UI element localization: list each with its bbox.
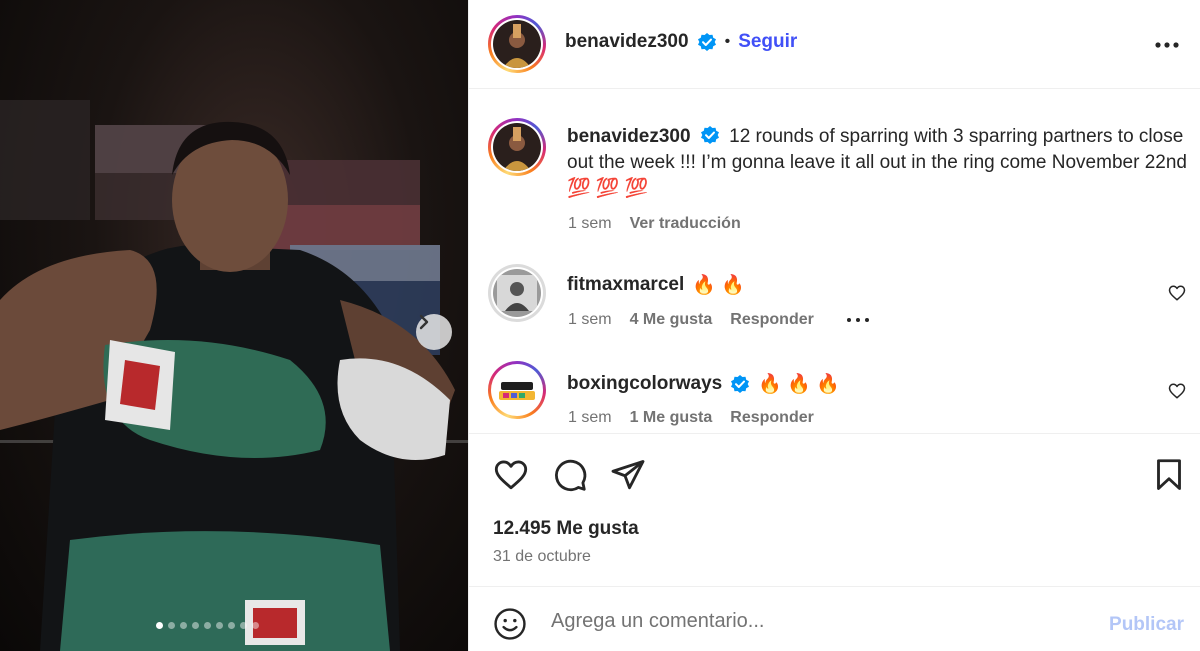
- slide-dot: [168, 622, 175, 629]
- comment-avatar[interactable]: [488, 264, 546, 322]
- author-avatar-image: [493, 20, 541, 68]
- comment-bubble-icon[interactable]: [552, 457, 588, 493]
- comment-meta: 1 sem 1 Me gusta Responder: [568, 409, 814, 427]
- comment-meta: 1 sem 4 Me gusta Responder: [568, 311, 870, 329]
- comment-avatar[interactable]: [488, 361, 546, 419]
- boxingcolorways-logo-image: [493, 366, 541, 414]
- next-slide-button[interactable]: [416, 314, 452, 350]
- comment-avatar-image: [493, 269, 541, 317]
- boxer-photo: [0, 100, 468, 651]
- add-comment-bar: Publicar: [469, 588, 1200, 651]
- header-separator: •: [724, 33, 731, 50]
- comment-time[interactable]: 1 sem: [568, 311, 612, 329]
- caption-avatar-image: [493, 123, 541, 171]
- slide-dot: [216, 622, 223, 629]
- comment-likes[interactable]: 4 Me gusta: [630, 311, 713, 329]
- comment-likes[interactable]: 1 Me gusta: [630, 409, 713, 427]
- caption-time[interactable]: 1 sem: [568, 215, 612, 233]
- bookmark-icon[interactable]: [1151, 457, 1187, 493]
- slide-dot: [156, 622, 163, 629]
- post-panel: benavidez300 • Seguir benavidez300 12 ro…: [468, 0, 1200, 651]
- slide-dot: [252, 622, 259, 629]
- comment-more-icon[interactable]: [846, 317, 870, 323]
- post-actions: 12.495 Me gusta 31 de octubre: [469, 433, 1200, 587]
- slide-dot: [180, 622, 187, 629]
- slide-indicator: [156, 622, 259, 629]
- post-caption: benavidez300 12 rounds of sparring with …: [567, 124, 1187, 202]
- caption-meta: 1 sem Ver traducción: [568, 215, 741, 233]
- paper-plane-icon[interactable]: [610, 457, 646, 493]
- post-header: benavidez300 • Seguir: [469, 0, 1200, 89]
- verified-badge-icon: [697, 33, 716, 51]
- post-media[interactable]: [0, 0, 468, 651]
- reply-button[interactable]: Responder: [730, 311, 814, 329]
- comment-like-heart-icon[interactable]: [1168, 382, 1186, 400]
- slide-dot: [240, 622, 247, 629]
- verified-badge-icon: [700, 126, 719, 144]
- more-options-icon[interactable]: [1154, 40, 1180, 50]
- emoji-smiley-icon[interactable]: [493, 607, 527, 641]
- slide-dot: [192, 622, 199, 629]
- translate-link[interactable]: Ver traducción: [630, 215, 741, 233]
- comment-text: 🔥 🔥: [692, 275, 745, 296]
- post-date[interactable]: 31 de octubre: [493, 548, 591, 566]
- comment-username[interactable]: fitmaxmarcel: [567, 274, 684, 296]
- slide-dot: [204, 622, 211, 629]
- slide-dot: [228, 622, 235, 629]
- comment-input[interactable]: [551, 610, 1091, 633]
- comment-item: boxingcolorways 🔥 🔥 🔥: [567, 372, 840, 396]
- comment-item: fitmaxmarcel 🔥 🔥: [567, 273, 745, 297]
- caption-username[interactable]: benavidez300: [567, 126, 691, 147]
- comment-text: 🔥 🔥 🔥: [758, 374, 840, 395]
- heart-icon[interactable]: [493, 457, 529, 493]
- author-username[interactable]: benavidez300: [565, 31, 689, 53]
- verified-badge-icon: [731, 375, 750, 393]
- reply-button[interactable]: Responder: [730, 409, 814, 427]
- chevron-right-icon: [419, 314, 429, 330]
- follow-button[interactable]: Seguir: [738, 31, 797, 53]
- comment-username[interactable]: boxingcolorways: [567, 373, 722, 395]
- comment-time[interactable]: 1 sem: [568, 409, 612, 427]
- publish-button[interactable]: Publicar: [1109, 614, 1184, 636]
- author-avatar[interactable]: [488, 15, 546, 73]
- caption-avatar[interactable]: [488, 118, 546, 176]
- likes-count[interactable]: 12.495 Me gusta: [493, 518, 639, 540]
- comment-like-heart-icon[interactable]: [1168, 284, 1186, 302]
